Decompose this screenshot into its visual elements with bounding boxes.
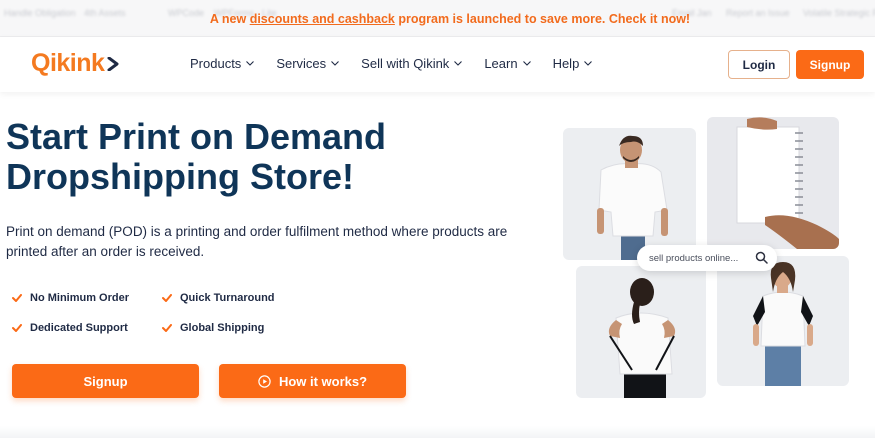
signup-button-top[interactable]: Signup <box>796 50 864 79</box>
check-icon <box>162 324 172 332</box>
hero-title: Start Print on Demand Dropshipping Store… <box>6 116 387 197</box>
announcement-suffix: program is launched to save more. Check … <box>394 12 691 26</box>
announcement-bar: Handle Obligation 4th Assets WPCode WPFo… <box>0 0 875 37</box>
search-bubble: sell products online... <box>637 245 777 271</box>
announcement-link[interactable]: discounts and cashback <box>250 12 395 26</box>
section-divider <box>0 426 875 438</box>
search-icon <box>755 251 768 264</box>
announcement-prefix: A new <box>209 12 250 26</box>
logo-chevron-icon <box>107 56 119 71</box>
model-photo-woman-back <box>576 266 706 398</box>
check-icon <box>162 294 172 302</box>
hero-description: Print on demand (POD) is a printing and … <box>6 224 508 259</box>
announcement-text: A new discounts and cashback program is … <box>0 12 875 26</box>
menu-services[interactable]: Services <box>276 56 340 71</box>
menu-label: Services <box>276 56 327 71</box>
chevron-down-icon <box>331 61 340 66</box>
feature-label: Global Shipping <box>180 322 265 334</box>
search-bubble-text: sell products online... <box>649 252 739 264</box>
button-label: Signup <box>83 373 128 389</box>
how-it-works-button[interactable]: How it works? <box>219 364 406 398</box>
notebook-hand-photo <box>707 117 839 249</box>
feature-label: Quick Turnaround <box>180 292 275 304</box>
menu-label: Learn <box>484 56 518 71</box>
feature-item: No Minimum Order <box>12 292 129 304</box>
button-label: How it works? <box>278 373 368 389</box>
feature-item: Quick Turnaround <box>162 292 275 304</box>
chevron-down-icon <box>584 61 593 66</box>
menu-help[interactable]: Help <box>553 56 593 71</box>
feature-label: No Minimum Order <box>30 292 130 304</box>
menu-label: Products <box>190 56 242 71</box>
chevron-down-icon <box>246 61 255 66</box>
menu-learn[interactable]: Learn <box>484 56 531 71</box>
menu-label: Sell with Qikink <box>361 56 450 71</box>
menu-label: Help <box>552 56 580 71</box>
logo[interactable]: Qikink <box>31 49 119 78</box>
logo-text: Qikink <box>31 49 105 77</box>
check-icon <box>12 294 22 302</box>
chevron-down-icon <box>454 61 463 66</box>
play-circle-icon <box>258 374 271 388</box>
feature-label: Dedicated Support <box>30 322 128 334</box>
check-icon <box>12 324 22 332</box>
model-photo-woman-raglan <box>717 256 849 386</box>
feature-item: Dedicated Support <box>12 322 128 334</box>
feature-item: Global Shipping <box>162 322 264 334</box>
hero-signup-button[interactable]: Signup <box>12 364 199 398</box>
chevron-down-icon <box>522 61 531 66</box>
menu-products[interactable]: Products <box>190 56 255 71</box>
login-button[interactable]: Login <box>728 50 790 79</box>
top-navigation: Qikink Products Services Sell with Qikin… <box>0 37 875 92</box>
main-menu: Products Services Sell with Qikink Learn… <box>190 56 614 71</box>
model-photo-man-white-tee <box>563 128 696 260</box>
menu-sell-with-qikink[interactable]: Sell with Qikink <box>361 56 463 71</box>
